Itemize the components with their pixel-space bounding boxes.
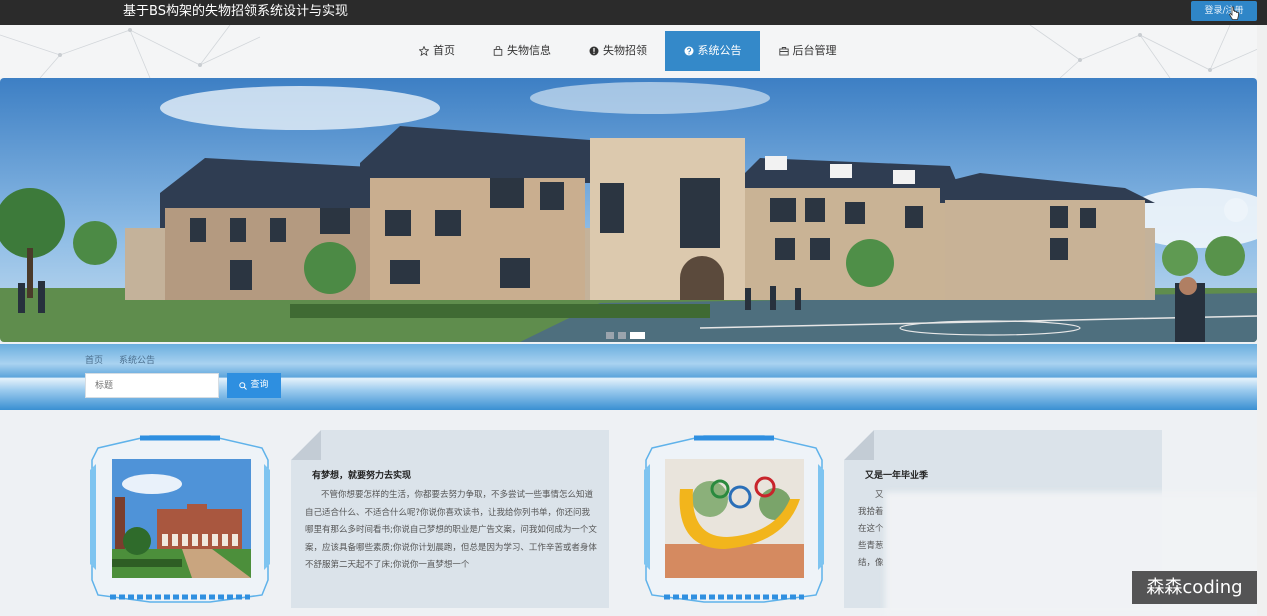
briefcase-icon	[778, 47, 789, 56]
announcement-card-1[interactable]: 有梦想，就要努力去实现 不管你想要怎样的生活，你都要去努力争取，不多尝试一些事情…	[291, 430, 609, 608]
site-title: 基于BS构架的失物招领系统设计与实现	[123, 4, 348, 19]
card-photo-campus[interactable]	[112, 459, 251, 578]
page-fold-corner	[844, 430, 874, 460]
search-button-label: 查询	[250, 380, 269, 390]
search-button[interactable]: 查询	[227, 373, 281, 398]
breadcrumb-home[interactable]: 首页	[85, 353, 103, 366]
carousel-dot[interactable]	[618, 332, 626, 339]
circle-question-icon	[684, 46, 693, 56]
card-title: 又是一年毕业季	[865, 471, 929, 481]
nav-item-home[interactable]: 首页	[408, 31, 466, 71]
nav-item-announcements[interactable]: 系统公告	[665, 31, 760, 71]
nav-item-lost-items[interactable]: 失物信息	[483, 31, 561, 71]
card-excerpt-line: 又	[875, 490, 884, 500]
carousel-indicators	[606, 332, 645, 339]
card-excerpt-line: 些青葱	[858, 541, 884, 551]
cyclist-sculpture-image	[665, 459, 804, 578]
search-title-input[interactable]	[85, 373, 219, 398]
card-excerpt-line: 结，像	[858, 558, 884, 568]
mouse-cursor-icon	[1229, 6, 1239, 20]
carousel-dot[interactable]	[606, 332, 614, 339]
nav-label: 首页	[433, 44, 455, 57]
campus-hall-image	[112, 459, 251, 578]
campus-building-image	[0, 78, 1257, 342]
login-register-button[interactable]: 登录/注册	[1191, 1, 1257, 21]
page-scrollbar[interactable]	[1257, 25, 1267, 616]
breadcrumb-current: 系统公告	[119, 356, 156, 366]
card-excerpt-line: 我拾着	[858, 507, 884, 517]
carousel-dot-active[interactable]	[630, 332, 645, 339]
search-icon	[239, 381, 248, 390]
card-photo-sculpture[interactable]	[665, 459, 804, 578]
bag-icon	[493, 46, 503, 56]
card-excerpt: 不管你想要怎样的生活，你都要去努力争取，不多尝试一些事情怎么知道自己适合什么、不…	[305, 490, 597, 570]
main-nav: 首页 失物信息 失物招领 系统公告 后台管理	[0, 25, 1267, 78]
nav-label: 失物信息	[507, 44, 551, 57]
nav-label: 系统公告	[697, 44, 742, 57]
card-excerpt-line: 在这个	[858, 524, 884, 534]
page-fold-corner	[291, 430, 321, 460]
nav-label: 后台管理	[792, 44, 837, 57]
card-title: 有梦想，就要努力去实现	[312, 471, 412, 481]
nav-item-lost-and-found[interactable]: 失物招领	[579, 31, 657, 71]
hero-banner	[0, 78, 1257, 342]
star-icon	[419, 46, 429, 56]
breadcrumb: 首页 系统公告	[85, 353, 155, 366]
nav-label: 失物招领	[603, 44, 647, 57]
info-circle-icon	[589, 46, 599, 56]
nav-item-admin[interactable]: 后台管理	[770, 31, 845, 71]
watermark-label: 森森coding	[1132, 571, 1257, 604]
